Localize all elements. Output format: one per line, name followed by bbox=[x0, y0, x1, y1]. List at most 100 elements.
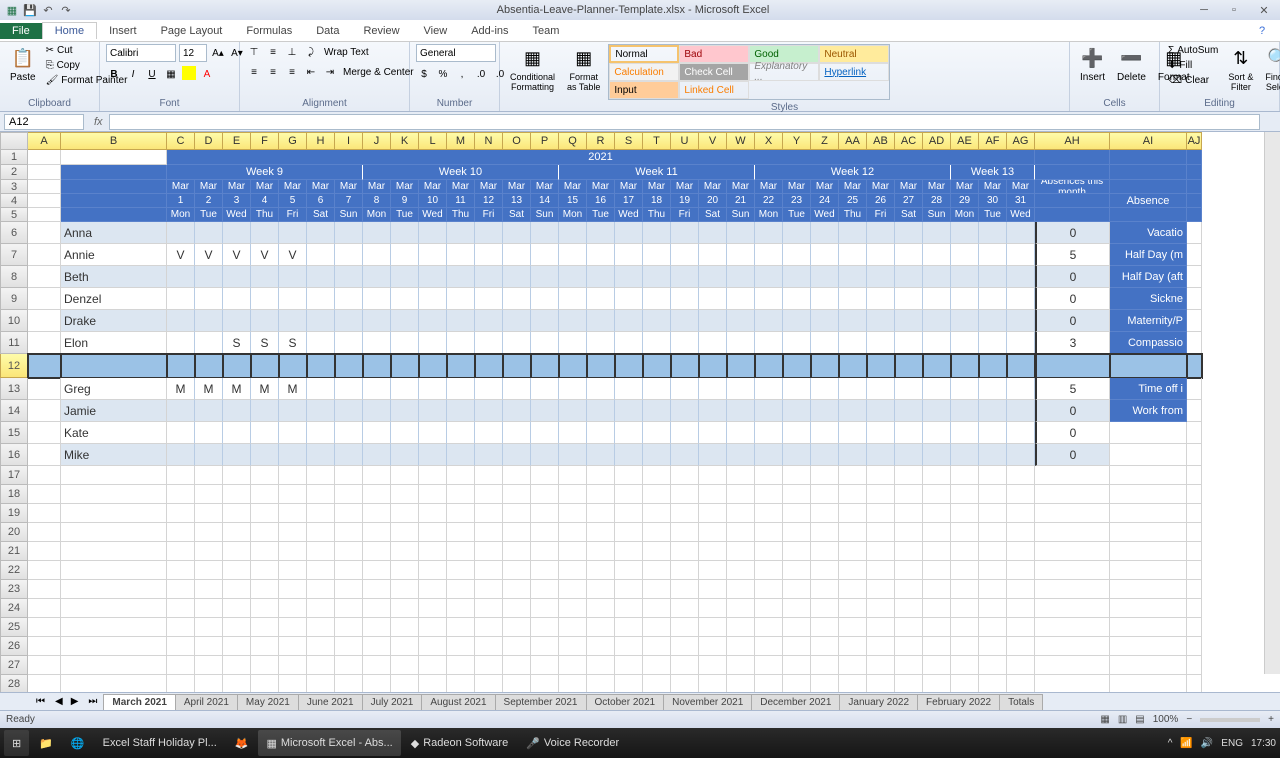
cell[interactable] bbox=[923, 466, 951, 485]
cell[interactable] bbox=[615, 422, 643, 444]
cell[interactable] bbox=[28, 580, 61, 599]
col-header[interactable]: Z bbox=[811, 132, 839, 150]
cell[interactable] bbox=[783, 675, 811, 692]
cell[interactable]: Mar bbox=[783, 180, 811, 194]
cell[interactable] bbox=[475, 599, 503, 618]
cell[interactable] bbox=[363, 675, 391, 692]
align-center-icon[interactable]: ≡ bbox=[265, 64, 281, 80]
tab-addins[interactable]: Add-ins bbox=[459, 23, 520, 39]
cell[interactable] bbox=[671, 561, 699, 580]
cell[interactable] bbox=[531, 400, 559, 422]
cell[interactable] bbox=[727, 599, 755, 618]
cell[interactable] bbox=[587, 422, 615, 444]
cell[interactable] bbox=[1007, 523, 1035, 542]
cell[interactable] bbox=[251, 656, 279, 675]
cell[interactable]: Vacatio bbox=[1110, 222, 1187, 244]
cell[interactable] bbox=[223, 561, 251, 580]
cell[interactable] bbox=[531, 580, 559, 599]
cell[interactable] bbox=[755, 523, 783, 542]
align-right-icon[interactable]: ≡ bbox=[284, 64, 300, 80]
cell[interactable] bbox=[1110, 444, 1187, 466]
cell[interactable] bbox=[727, 485, 755, 504]
cell[interactable] bbox=[363, 580, 391, 599]
cell[interactable] bbox=[419, 618, 447, 637]
cell[interactable] bbox=[979, 332, 1007, 354]
cell[interactable]: Absences this month bbox=[1035, 180, 1110, 194]
cell[interactable] bbox=[615, 466, 643, 485]
cell[interactable] bbox=[979, 422, 1007, 444]
cell[interactable] bbox=[391, 266, 419, 288]
cell[interactable]: Kate bbox=[61, 422, 167, 444]
cell[interactable] bbox=[895, 244, 923, 266]
cell[interactable] bbox=[867, 288, 895, 310]
cell-styles-gallery[interactable]: Normal Bad Good Neutral Calculation Chec… bbox=[608, 44, 890, 100]
style-linked[interactable]: Linked Cell bbox=[679, 81, 749, 99]
cell[interactable] bbox=[475, 244, 503, 266]
cell[interactable] bbox=[28, 466, 61, 485]
cell[interactable] bbox=[447, 422, 475, 444]
cell[interactable] bbox=[923, 637, 951, 656]
cell[interactable]: M bbox=[279, 378, 307, 400]
cell[interactable]: Sun bbox=[531, 208, 559, 222]
col-header[interactable]: R bbox=[587, 132, 615, 150]
cell[interactable] bbox=[643, 580, 671, 599]
cell[interactable] bbox=[363, 310, 391, 332]
cell[interactable] bbox=[1007, 466, 1035, 485]
cell[interactable] bbox=[699, 542, 727, 561]
cell[interactable] bbox=[895, 561, 923, 580]
cell[interactable] bbox=[867, 266, 895, 288]
cell[interactable] bbox=[839, 378, 867, 400]
cell[interactable] bbox=[643, 444, 671, 466]
cell[interactable] bbox=[951, 542, 979, 561]
cell[interactable] bbox=[167, 288, 195, 310]
col-header[interactable]: AD bbox=[923, 132, 951, 150]
cell[interactable] bbox=[531, 466, 559, 485]
cell[interactable] bbox=[895, 675, 923, 692]
cell[interactable] bbox=[951, 466, 979, 485]
cell[interactable] bbox=[419, 310, 447, 332]
cell[interactable] bbox=[671, 288, 699, 310]
fx-icon[interactable]: fx bbox=[88, 116, 109, 128]
cell[interactable]: M bbox=[167, 378, 195, 400]
cell[interactable]: V bbox=[251, 244, 279, 266]
cell[interactable] bbox=[531, 542, 559, 561]
col-header[interactable]: J bbox=[363, 132, 391, 150]
cell[interactable] bbox=[167, 504, 195, 523]
cell[interactable] bbox=[839, 222, 867, 244]
cell[interactable] bbox=[1035, 637, 1110, 656]
cell[interactable] bbox=[28, 504, 61, 523]
cell[interactable] bbox=[783, 504, 811, 523]
cell[interactable] bbox=[643, 637, 671, 656]
cell[interactable] bbox=[1110, 637, 1187, 656]
cell[interactable] bbox=[1187, 244, 1202, 266]
cell[interactable]: Work from bbox=[1110, 400, 1187, 422]
cell[interactable] bbox=[587, 266, 615, 288]
cell[interactable] bbox=[811, 561, 839, 580]
cell[interactable] bbox=[643, 378, 671, 400]
cell[interactable] bbox=[28, 266, 61, 288]
cell[interactable] bbox=[895, 637, 923, 656]
col-header[interactable]: H bbox=[307, 132, 335, 150]
cell[interactable] bbox=[167, 266, 195, 288]
cell[interactable] bbox=[279, 561, 307, 580]
tray-sound-icon[interactable]: 🔊 bbox=[1201, 738, 1213, 749]
cell[interactable]: Sickne bbox=[1110, 288, 1187, 310]
cell[interactable] bbox=[447, 354, 475, 378]
formula-bar[interactable] bbox=[109, 114, 1260, 130]
cell[interactable]: Sun bbox=[923, 208, 951, 222]
cell[interactable]: Half Day (m bbox=[1110, 244, 1187, 266]
cell[interactable] bbox=[895, 542, 923, 561]
col-header[interactable]: D bbox=[195, 132, 223, 150]
cell[interactable] bbox=[167, 310, 195, 332]
row-header[interactable]: 3 bbox=[0, 180, 28, 194]
cell[interactable] bbox=[699, 244, 727, 266]
cell[interactable]: Time off i bbox=[1110, 378, 1187, 400]
cell[interactable]: 9 bbox=[391, 194, 419, 208]
cell[interactable] bbox=[335, 288, 363, 310]
cell[interactable] bbox=[1007, 637, 1035, 656]
sheet-tab[interactable]: December 2021 bbox=[751, 694, 840, 710]
cell[interactable] bbox=[755, 542, 783, 561]
cell[interactable]: Mar bbox=[363, 180, 391, 194]
cell[interactable] bbox=[419, 444, 447, 466]
cell[interactable] bbox=[447, 266, 475, 288]
